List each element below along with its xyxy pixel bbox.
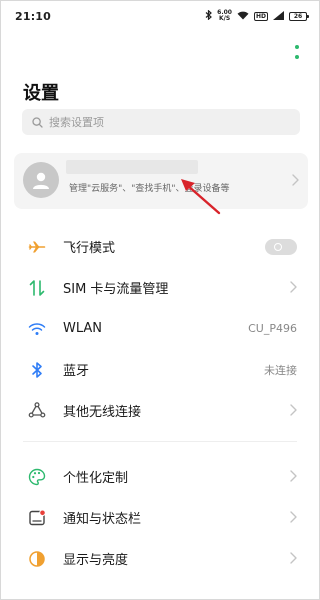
airplane-icon: [25, 235, 49, 259]
annotation-arrow-icon: [181, 179, 221, 215]
chevron-right-icon: [290, 281, 297, 293]
settings-row-other-connections[interactable]: 其他无线连接: [1, 390, 319, 431]
status-time: 21:10: [15, 9, 52, 23]
section-divider: [23, 441, 297, 442]
row-label: 飞行模式: [63, 241, 116, 256]
bluetooth-status: 未连接: [264, 363, 297, 377]
speed-unit: K/S: [218, 15, 231, 22]
airplane-mode-toggle[interactable]: [265, 239, 297, 255]
settings-row-personalization[interactable]: 个性化定制: [1, 456, 319, 497]
account-name-redacted: [66, 160, 198, 174]
chevron-right-icon: [290, 511, 297, 523]
battery-icon: 26: [289, 11, 309, 21]
settings-row-airplane-mode[interactable]: 飞行模式: [1, 226, 319, 267]
more-options-icon[interactable]: [293, 45, 301, 59]
hd-badge: HD: [253, 11, 268, 21]
bluetooth-status-icon: [205, 8, 213, 23]
settings-screen: 21:10 6.00 K/S HD 26 设置 搜索设置项 管理"云服务"、"查…: [0, 0, 320, 600]
user-icon: [33, 172, 49, 189]
account-card[interactable]: 管理"云服务"、"查找手机"、登录设备等: [14, 153, 308, 209]
chevron-right-icon: [290, 470, 297, 482]
row-label: 其他无线连接: [63, 405, 142, 420]
row-label: WLAN: [63, 321, 103, 336]
chevron-right-icon: [290, 404, 297, 416]
status-bar: 21:10 6.00 K/S HD 26: [1, 1, 319, 31]
settings-row-sim-data[interactable]: SIM 卡与流量管理: [1, 267, 319, 308]
network-speed: 6.00 K/S: [217, 10, 232, 22]
search-placeholder: 搜索设置项: [49, 116, 104, 129]
wifi-icon: [25, 317, 49, 341]
connections-icon: [25, 399, 49, 423]
sim-data-icon: [25, 276, 49, 300]
row-label: 显示与亮度: [63, 553, 129, 568]
settings-row-bluetooth[interactable]: 蓝牙 未连接: [1, 349, 319, 390]
settings-row-display-brightness[interactable]: 显示与亮度: [1, 538, 319, 579]
row-label: 个性化定制: [63, 471, 129, 486]
avatar: [23, 162, 59, 198]
palette-icon: [25, 465, 49, 489]
bluetooth-icon: [25, 358, 49, 382]
settings-list: 飞行模式 SIM 卡与流量管理 WLAN CU_P496 蓝牙 未连接 其他无线…: [1, 226, 319, 579]
status-icons: 6.00 K/S HD 26: [205, 8, 309, 23]
page-title: 设置: [23, 83, 59, 104]
settings-row-wlan[interactable]: WLAN CU_P496: [1, 308, 319, 349]
search-input[interactable]: 搜索设置项: [22, 109, 300, 135]
signal-icon: [273, 10, 284, 23]
chevron-right-icon: [290, 552, 297, 564]
wifi-status-icon: [237, 10, 249, 23]
search-icon: [32, 116, 43, 128]
wlan-network-name: CU_P496: [248, 322, 297, 335]
row-label: 蓝牙: [63, 364, 90, 379]
row-label: SIM 卡与流量管理: [63, 282, 169, 297]
settings-row-notifications[interactable]: 通知与状态栏: [1, 497, 319, 538]
notification-icon: [25, 506, 49, 530]
row-label: 通知与状态栏: [63, 512, 142, 527]
brightness-icon: [25, 547, 49, 571]
chevron-right-icon: [292, 174, 299, 186]
